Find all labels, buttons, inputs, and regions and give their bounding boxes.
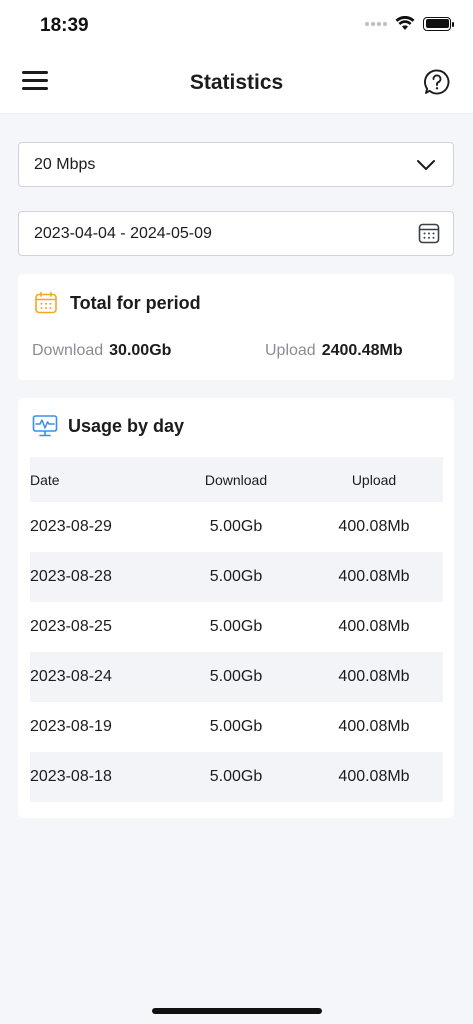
date-range-value: 2023-04-04 - 2024-05-09 bbox=[34, 225, 212, 242]
table-row: 2023-08-25 5.00Gb 400.08Mb bbox=[30, 602, 443, 652]
question-circle-icon[interactable] bbox=[423, 68, 451, 96]
usage-card-title: Usage by day bbox=[68, 415, 185, 436]
cell-upload: 400.08Mb bbox=[338, 618, 410, 635]
cell-upload: 400.08Mb bbox=[338, 568, 410, 585]
cell-download: 5.00Gb bbox=[209, 718, 263, 735]
cell-upload: 400.08Mb bbox=[338, 668, 410, 685]
cell-download: 5.00Gb bbox=[209, 568, 263, 585]
battery-icon bbox=[423, 16, 454, 31]
status-bar: 18:39 bbox=[0, 0, 473, 52]
usage-card-header: Usage by day bbox=[32, 414, 184, 438]
column-header-upload: Upload bbox=[351, 471, 397, 488]
signal-icon bbox=[365, 21, 387, 26]
speed-select[interactable]: 20 Mbps bbox=[18, 142, 454, 187]
cell-date: 2023-08-28 bbox=[30, 568, 112, 585]
cell-date: 2023-08-19 bbox=[30, 718, 112, 735]
cell-download: 5.00Gb bbox=[209, 668, 263, 685]
table-row: 2023-08-18 5.00Gb 400.08Mb bbox=[30, 752, 443, 802]
cell-upload: 400.08Mb bbox=[338, 518, 410, 535]
chevron-down-icon bbox=[417, 160, 435, 170]
cell-download: 5.00Gb bbox=[209, 518, 263, 535]
cell-download: 5.00Gb bbox=[209, 768, 263, 785]
nav-bar: Statistics bbox=[0, 52, 473, 114]
column-header-date: Date bbox=[30, 471, 60, 488]
table-row: 2023-08-28 5.00Gb 400.08Mb bbox=[30, 552, 443, 602]
total-download: Download 30.00Gb bbox=[32, 342, 171, 360]
cell-date: 2023-08-29 bbox=[30, 518, 112, 535]
total-card-header: Total for period bbox=[34, 291, 201, 315]
calendar-icon bbox=[35, 291, 57, 314]
page-title: Statistics bbox=[189, 71, 284, 94]
home-indicator[interactable] bbox=[152, 1008, 322, 1014]
monitor-pulse-icon bbox=[32, 415, 58, 437]
cell-upload: 400.08Mb bbox=[338, 718, 410, 735]
cell-upload: 400.08Mb bbox=[338, 768, 410, 785]
table-header: Date Download Upload bbox=[30, 457, 443, 502]
wifi-icon bbox=[395, 16, 415, 30]
download-value: 30.00Gb bbox=[109, 342, 172, 359]
column-header-download: Download bbox=[204, 471, 268, 488]
table-row: 2023-08-19 5.00Gb 400.08Mb bbox=[30, 702, 443, 752]
calendar-icon[interactable] bbox=[417, 221, 441, 245]
cell-download: 5.00Gb bbox=[209, 618, 263, 635]
upload-value: 2400.48Mb bbox=[321, 342, 403, 359]
status-time: 18:39 bbox=[40, 15, 89, 36]
usage-table: Date Download Upload 2023-08-29 5.00Gb 4… bbox=[30, 457, 443, 802]
usage-card: Usage by day Date Download Upload 2023-0… bbox=[18, 398, 454, 818]
cell-date: 2023-08-18 bbox=[30, 768, 112, 785]
total-upload: Upload 2400.48Mb bbox=[265, 342, 403, 360]
cell-date: 2023-08-25 bbox=[30, 618, 112, 635]
download-label: Download bbox=[32, 342, 104, 359]
total-card: Total for period Download 30.00Gb Upload 2… bbox=[18, 274, 454, 380]
table-row: 2023-08-29 5.00Gb 400.08Mb bbox=[30, 502, 443, 552]
total-card-title: Total for period bbox=[70, 292, 201, 313]
speed-select-value: 20 Mbps bbox=[34, 156, 96, 173]
status-icons bbox=[365, 16, 454, 31]
date-range-field[interactable]: 2023-04-04 - 2024-05-09 bbox=[18, 211, 454, 256]
upload-label: Upload bbox=[265, 342, 316, 359]
cell-date: 2023-08-24 bbox=[30, 668, 112, 685]
table-row: 2023-08-24 5.00Gb 400.08Mb bbox=[30, 652, 443, 702]
